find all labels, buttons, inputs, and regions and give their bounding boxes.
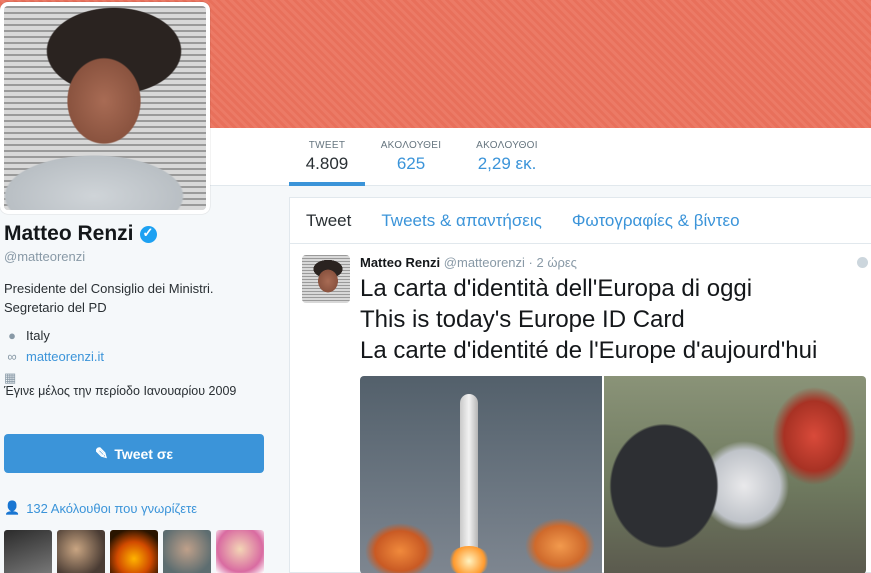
rocket-shape	[460, 394, 478, 554]
follower-avatar[interactable]	[57, 530, 105, 573]
profile-card: Matteo Renzi @matteorenzi Presidente del…	[4, 222, 266, 405]
tweet-text-line: This is today's Europe ID Card	[360, 306, 685, 333]
avatar-image	[4, 6, 206, 210]
tweet-photo-rocket[interactable]	[360, 376, 602, 573]
tab-photos-videos[interactable]: Φωτογραφίες & βίντεο	[572, 211, 740, 231]
tweet-text-line: La carte d'identité de l'Europe d'aujour…	[360, 337, 818, 364]
stat-value: 625	[396, 154, 426, 173]
tweet-header: Matteo Renzi @matteorenzi · 2 ώρες	[360, 255, 577, 270]
follower-avatar[interactable]	[216, 530, 264, 573]
stat-label: ΑΚΟΛΟΥΘΟΙ	[476, 140, 538, 151]
calendar-icon: ▦	[4, 370, 17, 385]
profile-website-link[interactable]: matteorenzi.it	[26, 350, 104, 364]
followers-you-know-label: 132 Ακόλουθοι που γνωρίζετε	[26, 500, 197, 516]
tweet-author-handle[interactable]: @matteorenzi	[444, 255, 525, 270]
stat-label: TWEET	[308, 140, 346, 151]
verified-badge-icon	[139, 225, 157, 243]
followers-you-know[interactable]: 👤 132 Ακόλουθοι που γνωρίζετε	[4, 500, 197, 516]
tweet-timestamp[interactable]: · 2 ώρες	[529, 255, 577, 270]
tab-tweets[interactable]: Tweet	[306, 211, 351, 231]
profile-bio: Presidente del Consiglio dei Ministri. S…	[4, 281, 214, 315]
stat-label: ΑΚΟΛΟΥΘΕΙ	[380, 140, 442, 151]
timeline: Tweet Tweets & απαντήσεις Φωτογραφίες & …	[289, 197, 871, 573]
tweet-text-line: La carta d'identità dell'Europa di oggi	[360, 275, 753, 302]
tab-tweets-replies[interactable]: Tweets & απαντήσεις	[381, 211, 542, 231]
profile-location: Italy	[26, 328, 50, 343]
profile-joined: Έγινε μέλος την περίοδο Ιανουαρίου 2009	[4, 384, 237, 398]
map-pin-icon: ●	[8, 328, 16, 343]
tweet-text: La carta d'identità dell'Europa di oggi …	[360, 273, 817, 366]
tweet-media[interactable]	[360, 376, 866, 573]
stat-following[interactable]: ΑΚΟΛΟΥΘΕΙ 625	[373, 140, 449, 174]
follower-avatar[interactable]	[110, 530, 158, 573]
followers-thumbnails	[4, 530, 264, 573]
profile-name[interactable]: Matteo Renzi	[4, 222, 134, 246]
tweet-author-name[interactable]: Matteo Renzi	[360, 255, 440, 270]
stat-value: 2,29 εκ.	[477, 154, 537, 173]
follower-avatar[interactable]	[4, 530, 52, 573]
tweet-author-avatar[interactable]	[302, 255, 350, 303]
stat-followers[interactable]: ΑΚΟΛΟΥΘΟΙ 2,29 εκ.	[466, 140, 548, 174]
stat-value: 4.809	[305, 154, 349, 173]
stat-tweets[interactable]: TWEET 4.809	[289, 140, 365, 186]
compose-icon: ✎	[94, 445, 109, 463]
tweet-photo-refugees[interactable]	[604, 376, 866, 573]
profile-avatar[interactable]	[0, 2, 210, 214]
timeline-tabs: Tweet Tweets & απαντήσεις Φωτογραφίες & …	[290, 198, 871, 244]
follower-avatar[interactable]	[163, 530, 211, 573]
globe-icon	[857, 257, 868, 268]
tweet-to-button[interactable]: ✎ Tweet σε	[4, 434, 264, 473]
tweet-to-label: Tweet σε	[114, 445, 174, 462]
link-icon: ∞	[7, 349, 17, 364]
profile-handle[interactable]: @matteorenzi	[4, 249, 266, 264]
person-icon: 👤	[4, 500, 21, 515]
rocket-flame	[448, 546, 490, 573]
